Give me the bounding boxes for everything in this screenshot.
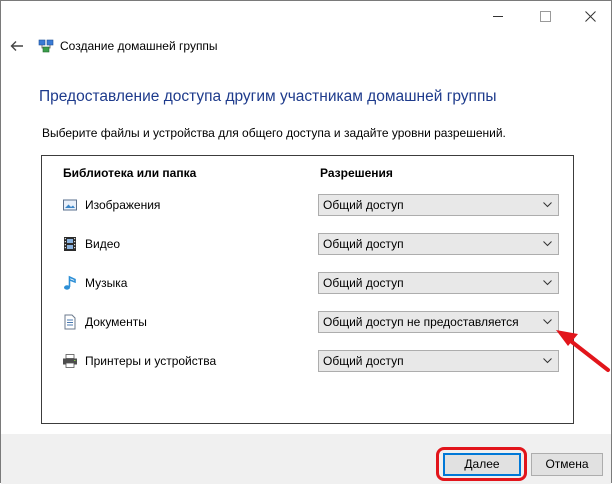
column-header-library: Библиотека или папка [63, 166, 197, 180]
permission-select-pictures[interactable]: Общий доступ [318, 194, 559, 216]
column-header-permissions: Разрешения [320, 166, 393, 180]
homegroup-wizard-window: Создание домашней группы Предоставление … [0, 0, 612, 484]
row-label-documents: Документы [85, 315, 147, 329]
close-button[interactable] [567, 1, 613, 31]
row-label-videos: Видео [85, 237, 121, 251]
title-bar [1, 1, 611, 33]
row-label-music: Музыка [85, 276, 128, 290]
chevron-down-icon [543, 241, 552, 247]
permission-value: Общий доступ не предоставляется [323, 315, 519, 329]
permission-value: Общий доступ [323, 276, 404, 290]
pictures-icon [63, 199, 77, 211]
videos-icon [64, 237, 76, 251]
close-icon [584, 10, 596, 22]
annotation-highlight-box [436, 447, 527, 481]
page-description: Выберите файлы и устройства для общего д… [42, 126, 506, 140]
permission-value: Общий доступ [323, 354, 404, 368]
maximize-button[interactable] [522, 1, 568, 31]
row-label-pictures: Изображения [85, 198, 161, 212]
permission-value: Общий доступ [323, 198, 404, 212]
page-heading: Предоставление доступа другим участникам… [39, 88, 497, 105]
maximize-icon [539, 10, 551, 22]
printer-icon [63, 354, 77, 368]
row-label-printers: Принтеры и устройства [85, 354, 217, 368]
back-arrow-icon[interactable] [9, 38, 25, 54]
sharing-panel: Библиотека или папка Разрешения Изображе… [41, 155, 574, 424]
minimize-icon [493, 15, 503, 17]
permission-select-printers[interactable]: Общий доступ [318, 350, 559, 372]
documents-icon [64, 314, 76, 330]
permission-select-music[interactable]: Общий доступ [318, 272, 559, 294]
navigation-row: Создание домашней группы [1, 34, 611, 60]
window-title: Создание домашней группы [60, 39, 218, 53]
permission-value: Общий доступ [323, 237, 404, 251]
permission-select-documents[interactable]: Общий доступ не предоставляется [318, 311, 559, 333]
permission-select-videos[interactable]: Общий доступ [318, 233, 559, 255]
chevron-down-icon [543, 202, 552, 208]
annotation-arrow-icon [556, 330, 610, 372]
cancel-button[interactable]: Отмена [531, 453, 603, 476]
chevron-down-icon [543, 280, 552, 286]
music-icon [64, 275, 76, 290]
homegroup-icon [38, 39, 54, 53]
minimize-button[interactable] [475, 1, 521, 31]
